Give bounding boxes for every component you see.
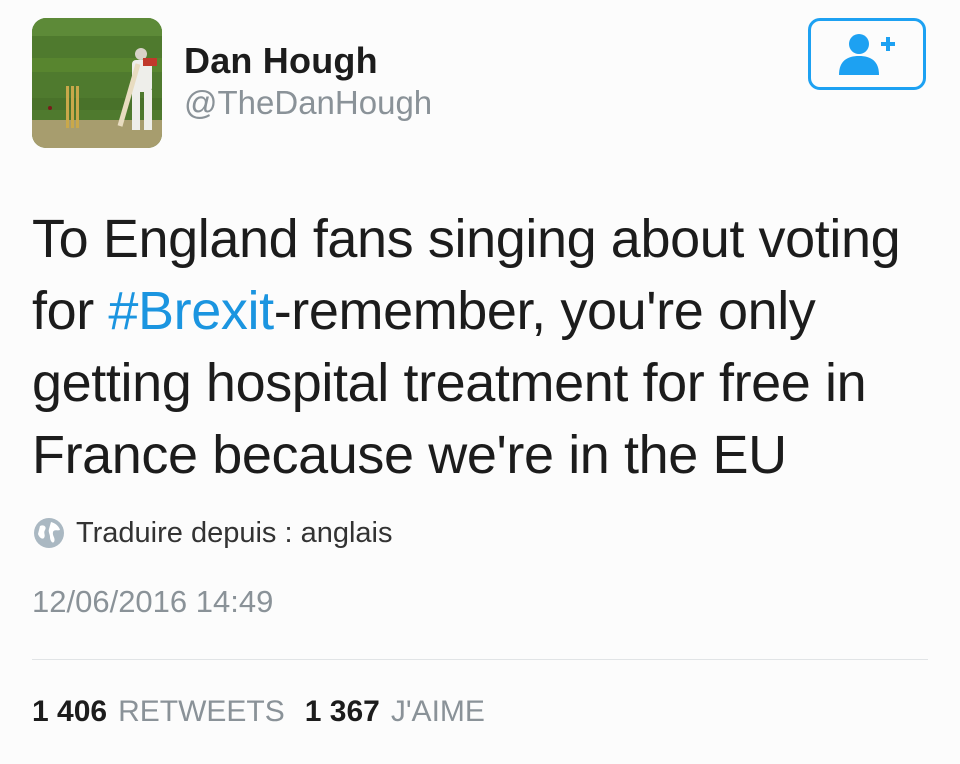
add-user-icon [839, 34, 895, 75]
likes-label[interactable]: J'AIME [391, 695, 485, 729]
follow-button[interactable] [808, 18, 926, 90]
retweets-label[interactable]: RETWEETS [118, 695, 285, 729]
display-name[interactable]: Dan Hough [184, 40, 378, 82]
avatar[interactable] [32, 18, 162, 148]
translate-link[interactable]: Traduire depuis : anglais [32, 516, 393, 550]
tweet-timestamp[interactable]: 12/06/2016 14:49 [32, 584, 273, 620]
retweets-count[interactable]: 1 406 [32, 695, 107, 729]
tweet-stats: 1 406 RETWEETS 1 367 J'AIME [32, 695, 505, 729]
user-handle[interactable]: @TheDanHough [184, 84, 432, 122]
cricket-batsman-photo [32, 18, 162, 148]
hashtag-link[interactable]: #Brexit [108, 281, 274, 341]
tweet-text: To England fans singing about voting for… [32, 203, 932, 491]
translate-label[interactable]: Traduire depuis : anglais [76, 517, 393, 550]
divider [32, 659, 928, 660]
globe-icon [34, 518, 64, 548]
likes-count[interactable]: 1 367 [305, 695, 380, 729]
